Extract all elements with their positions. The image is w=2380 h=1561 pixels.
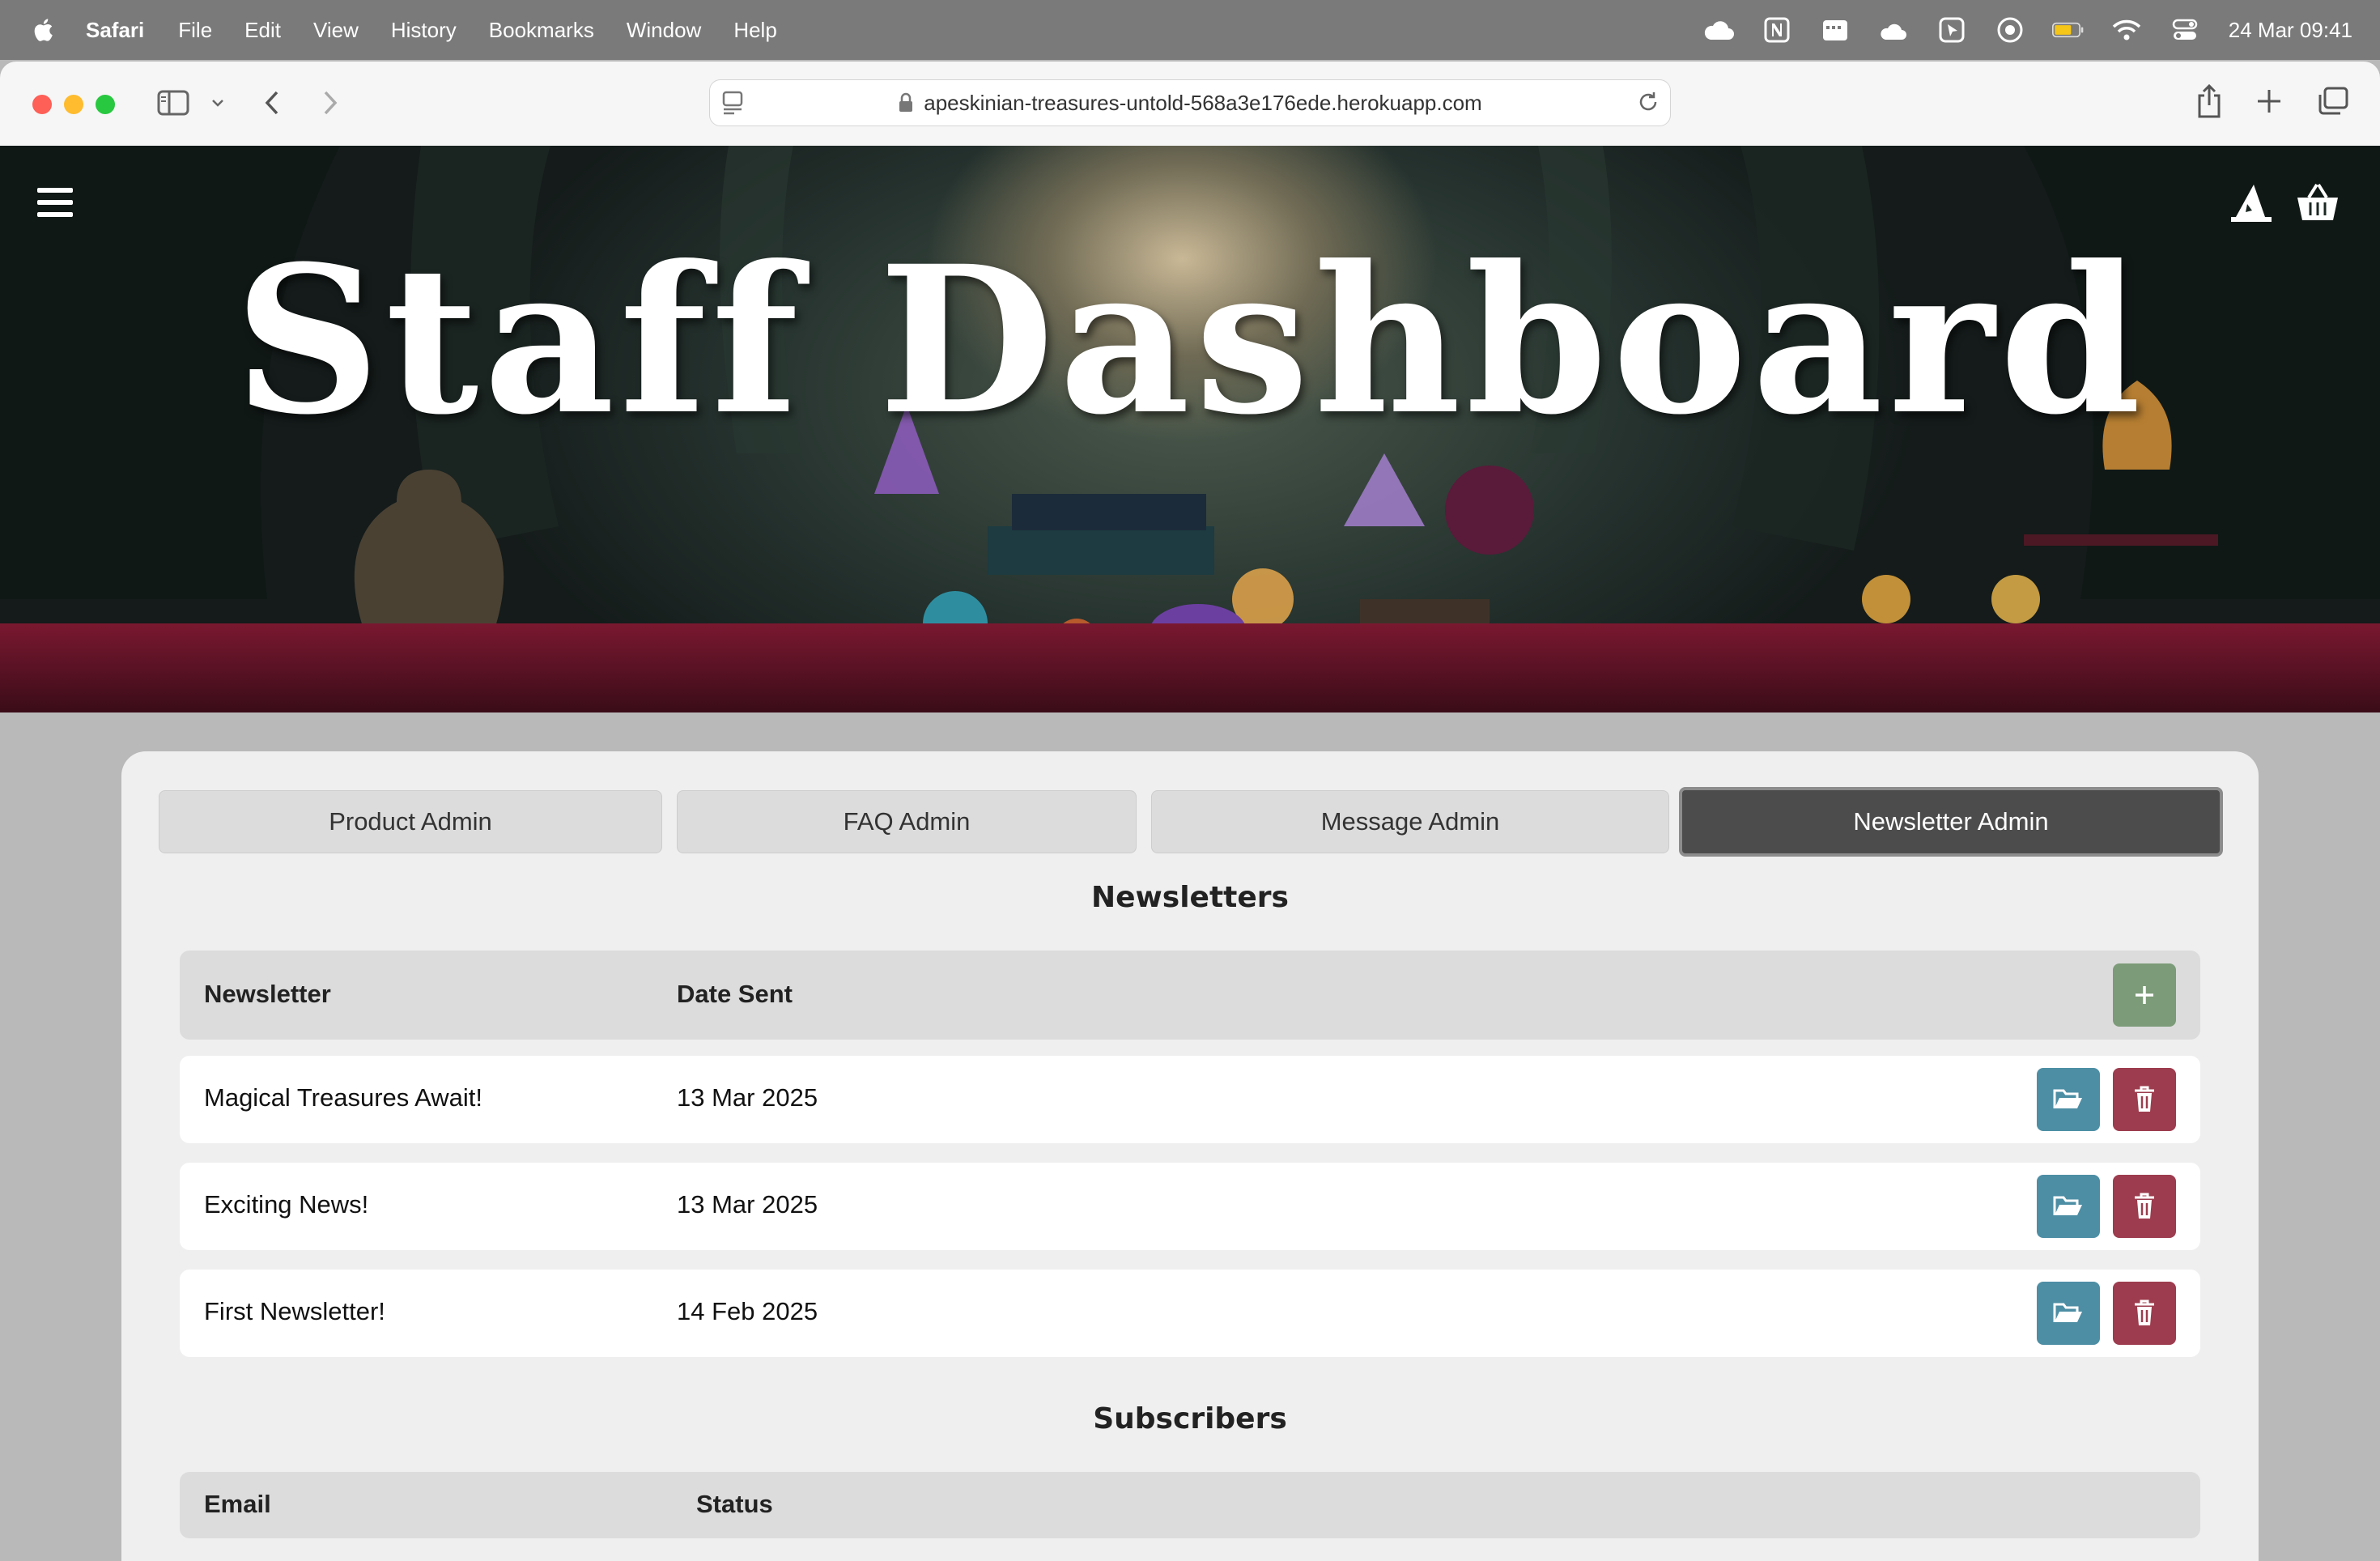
delete-newsletter-button[interactable] — [2113, 1175, 2176, 1238]
menu-app-name[interactable]: Safari — [86, 18, 144, 43]
table-row: Magical Treasures Await! 13 Mar 2025 — [180, 1056, 2200, 1143]
plus-icon — [2136, 986, 2153, 1004]
folder-open-icon — [2053, 1303, 2082, 1322]
wizard-hat-icon[interactable] — [2228, 180, 2275, 227]
macos-menubar: Safari File Edit View History Bookmarks … — [0, 0, 2380, 60]
newsletters-heading: Newsletters — [1090, 881, 1289, 914]
reload-icon[interactable] — [1636, 90, 1660, 120]
tab-label: FAQ Admin — [843, 807, 971, 836]
add-newsletter-button[interactable] — [2113, 963, 2176, 1027]
menu-history[interactable]: History — [391, 18, 457, 43]
close-window-button[interactable] — [32, 95, 52, 114]
folder-open-icon — [2053, 1089, 2082, 1108]
delete-newsletter-button[interactable] — [2113, 1282, 2176, 1345]
delete-newsletter-button[interactable] — [2113, 1068, 2176, 1131]
browser-toolbar: apeskinian-treasures-untold-568a3e176ede… — [0, 62, 2380, 147]
forward-icon[interactable] — [319, 87, 342, 118]
tab-newsletter-admin[interactable]: Newsletter Admin — [1679, 787, 2223, 857]
page-title: Staff Dashboard — [234, 221, 2146, 459]
menu-edit[interactable]: Edit — [244, 18, 281, 43]
url-text[interactable]: apeskinian-treasures-untold-568a3e176ede… — [924, 91, 1481, 116]
address-bar[interactable]: apeskinian-treasures-untold-568a3e176ede… — [709, 79, 1671, 126]
newsletter-date: 14 Feb 2025 — [677, 1297, 818, 1325]
admin-panel: Product Admin FAQ Admin Message Admin Ne… — [121, 751, 2259, 1561]
page-menu-icon[interactable] — [721, 90, 746, 121]
sidebar-toggle-icon[interactable] — [157, 89, 189, 117]
cloud-icon[interactable] — [1702, 14, 1735, 46]
wifi-icon[interactable] — [2110, 14, 2143, 46]
subscribers-table-header: Email Status — [180, 1472, 2200, 1538]
hamburger-menu-icon[interactable] — [37, 188, 73, 220]
control-center-icon[interactable] — [2169, 14, 2201, 46]
menu-view[interactable]: View — [313, 18, 359, 43]
battery-icon[interactable] — [2051, 14, 2085, 46]
open-newsletter-button[interactable] — [2037, 1282, 2100, 1345]
table-row: Exciting News! 13 Mar 2025 — [180, 1163, 2200, 1250]
calendar-icon[interactable] — [1819, 14, 1851, 46]
newsletters-table-header: Newsletter Date Sent — [180, 951, 2200, 1040]
apple-logo-icon[interactable] — [31, 16, 58, 44]
new-tab-icon[interactable] — [2255, 87, 2283, 115]
table-surface — [0, 623, 2380, 712]
cloud-app-icon[interactable] — [1877, 14, 1910, 46]
tab-faq-admin[interactable]: FAQ Admin — [677, 790, 1137, 853]
hero-banner: Staff Dashboard — [0, 146, 2380, 712]
menu-bookmarks[interactable]: Bookmarks — [489, 18, 594, 43]
menubar-clock[interactable]: 24 Mar 09:41 — [2229, 18, 2352, 43]
menu-window[interactable]: Window — [627, 18, 701, 43]
tab-overview-icon[interactable] — [2317, 86, 2349, 117]
zoom-window-button[interactable] — [96, 95, 115, 114]
menu-file[interactable]: File — [178, 18, 212, 43]
newsletter-name: Magical Treasures Await! — [204, 1083, 483, 1112]
open-newsletter-button[interactable] — [2037, 1068, 2100, 1131]
column-header-status: Status — [696, 1490, 773, 1518]
newsletter-name: Exciting News! — [204, 1190, 369, 1219]
table-row: First Newsletter! 14 Feb 2025 — [180, 1270, 2200, 1357]
newsletter-date: 13 Mar 2025 — [677, 1083, 818, 1112]
chevron-down-icon[interactable] — [209, 94, 227, 112]
status-area: 24 Mar 09:41 — [1677, 0, 2352, 60]
lock-icon — [898, 92, 914, 113]
tab-product-admin[interactable]: Product Admin — [159, 790, 662, 853]
newsletter-name: First Newsletter! — [204, 1297, 385, 1325]
notion-icon[interactable] — [1761, 14, 1793, 46]
newsletter-date: 13 Mar 2025 — [677, 1190, 818, 1219]
trash-icon — [2135, 1193, 2154, 1219]
minimize-window-button[interactable] — [64, 95, 83, 114]
open-newsletter-button[interactable] — [2037, 1175, 2100, 1238]
tab-label: Product Admin — [329, 807, 492, 836]
subscribers-heading: Subscribers — [1093, 1402, 1287, 1436]
share-icon[interactable] — [2195, 84, 2223, 120]
trash-icon — [2135, 1299, 2154, 1325]
target-icon[interactable] — [1994, 14, 2026, 46]
menu-help[interactable]: Help — [733, 18, 776, 43]
back-icon[interactable] — [261, 87, 283, 118]
basket-icon[interactable] — [2294, 180, 2341, 227]
folder-open-icon — [2053, 1196, 2082, 1215]
tab-label: Message Admin — [1320, 807, 1500, 836]
tab-message-admin[interactable]: Message Admin — [1151, 790, 1669, 853]
column-header-date-sent: Date Sent — [677, 980, 793, 1008]
column-header-newsletter: Newsletter — [204, 980, 331, 1008]
pointer-app-icon[interactable] — [1936, 14, 1968, 46]
tab-label: Newsletter Admin — [1853, 807, 2049, 836]
trash-icon — [2135, 1086, 2154, 1112]
column-header-email: Email — [204, 1490, 271, 1518]
